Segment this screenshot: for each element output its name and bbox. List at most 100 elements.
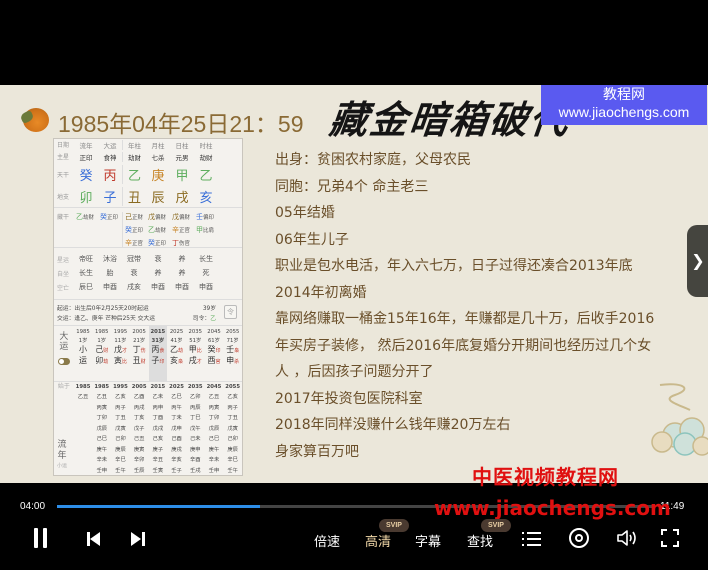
liunian-item[interactable]: 庚戌 [167, 445, 186, 456]
dayun-column[interactable]: 2055 71岁 壬枭 申杀 [223, 326, 242, 381]
liunian-item[interactable]: 乙丑 [92, 392, 111, 403]
previous-button[interactable] [87, 532, 101, 546]
liunian-item[interactable]: 壬午 [223, 466, 242, 476]
liunian-item[interactable]: 乙丑 [74, 392, 93, 403]
liunian-item[interactable]: 己酉 [167, 434, 186, 445]
quality-button[interactable]: 高清 [365, 531, 391, 550]
dayun-column[interactable]: 2025 41岁 乙劫 亥枭 [167, 326, 186, 381]
liunian-item[interactable]: 乙亥 [111, 392, 130, 403]
settings-icon[interactable] [569, 528, 589, 548]
calendar-icon[interactable]: 令 [224, 305, 237, 319]
liunian-item[interactable]: 庚辰 [223, 445, 242, 456]
liunian-item[interactable]: 壬戌 [186, 466, 205, 476]
liunian-item[interactable]: 辛巳 [223, 455, 242, 466]
dayun-column[interactable]: 2045 61岁 癸印 酉官 [205, 326, 224, 381]
dayun-column[interactable]: 1995 11岁 戊才 寅比 [111, 326, 130, 381]
liunian-item[interactable]: 壬申 [205, 466, 224, 476]
liunian-item[interactable]: 己亥 [149, 434, 168, 445]
liunian-item[interactable]: 乙卯 [186, 392, 205, 403]
top-black-bar [0, 0, 708, 85]
liunian-item[interactable]: 壬午 [111, 466, 130, 476]
dayun-age: 21岁 [133, 338, 146, 344]
dayun-shishen: 财 [140, 359, 146, 365]
note-line: 人 ，后因孩子问题分开了 [275, 364, 434, 380]
liunian-start-year: 2055 [225, 384, 241, 390]
dayun-toggle[interactable] [57, 358, 70, 365]
liunian-item[interactable]: 丙子 [223, 403, 242, 414]
current-age: 39岁 [202, 306, 216, 312]
fullscreen-icon[interactable] [661, 529, 679, 547]
speed-button[interactable]: 倍速 [314, 531, 340, 550]
liunian-item[interactable]: 壬辰 [130, 466, 149, 476]
liunian-item[interactable]: 辛丑 [149, 455, 168, 466]
liunian-item[interactable]: 戊申 [167, 424, 186, 435]
liunian-item[interactable]: 乙巳 [167, 392, 186, 403]
dayun-column[interactable]: 1985 1岁小运 [74, 326, 93, 381]
liunian-item[interactable]: 己卯 [223, 434, 242, 445]
liunian-item[interactable]: 辛未 [205, 455, 224, 466]
pause-button[interactable] [33, 528, 49, 548]
note-line: 职业是包水电活，年入六七万，日子过得还凑合2013年底 [275, 258, 633, 274]
liunian-item[interactable]: 庚子 [149, 445, 168, 456]
liunian-item[interactable]: 丁巳 [186, 413, 205, 424]
liunian-item[interactable]: 丁亥 [130, 413, 149, 424]
liunian-item[interactable]: 丙辰 [186, 403, 205, 414]
liunian-item[interactable]: 辛巳 [111, 455, 130, 466]
tiangan-cell: 乙 [122, 164, 146, 184]
liunian-item[interactable]: 庚申 [186, 445, 205, 456]
liunian-item[interactable]: 辛酉 [186, 455, 205, 466]
liunian-item[interactable]: 丁酉 [149, 413, 168, 424]
canggan-item: 戊偏财 [172, 212, 194, 222]
liunian-item[interactable]: 壬寅 [149, 466, 168, 476]
liunian-item[interactable]: 丙寅 [205, 403, 224, 414]
liunian-item[interactable]: 乙亥 [223, 392, 242, 403]
liunian-item[interactable]: 丙午 [167, 403, 186, 414]
liunian-item[interactable]: 辛亥 [167, 455, 186, 466]
dayun-column[interactable]: 2015 31岁 丙食 子印 [148, 326, 168, 381]
subtitle-button[interactable]: 字幕 [415, 531, 441, 550]
liunian-item[interactable]: 庚午 [92, 445, 111, 456]
liunian-item[interactable]: 庚寅 [130, 445, 149, 456]
dayun-column[interactable]: 2035 51岁 甲比 戌才 [186, 326, 205, 381]
liunian-item[interactable]: 丁卯 [92, 413, 111, 424]
liunian-item[interactable]: 庚午 [205, 445, 224, 456]
dayun-column[interactable]: 2005 21岁 丁伤 丑财 [130, 326, 149, 381]
liunian-item[interactable]: 戊戌 [149, 424, 168, 435]
next-slide-button[interactable]: ❯ [687, 225, 708, 297]
state-label: 星运 [57, 256, 70, 264]
dayun-column[interactable]: 1985 1岁 己财 卯劫 [92, 326, 111, 381]
liunian-item[interactable]: 辛未 [92, 455, 111, 466]
liunian-item[interactable]: 戊午 [186, 424, 205, 435]
liunian-item[interactable]: 丙戌 [130, 403, 149, 414]
volume-icon[interactable] [616, 529, 638, 547]
liunian-item[interactable]: 己卯 [111, 434, 130, 445]
search-button[interactable]: 查找 [467, 531, 493, 550]
liunian-item[interactable]: 丁未 [167, 413, 186, 424]
liunian-item[interactable]: 己巳 [92, 434, 111, 445]
liunian-item[interactable]: 戊寅 [111, 424, 130, 435]
playlist-icon[interactable] [522, 531, 542, 547]
liunian-item[interactable]: 乙丑 [205, 392, 224, 403]
liunian-item[interactable]: 庚辰 [111, 445, 130, 456]
liunian-item[interactable]: 己丑 [130, 434, 149, 445]
liunian-item[interactable]: 壬申 [92, 466, 111, 476]
liunian-item[interactable]: 乙未 [149, 392, 168, 403]
liunian-item[interactable]: 丁丑 [111, 413, 130, 424]
next-button[interactable] [131, 532, 145, 546]
liunian-item[interactable]: 丙申 [149, 403, 168, 414]
canggan-item: 辛正官 [125, 238, 146, 248]
liunian-item[interactable]: 乙酉 [130, 392, 149, 403]
liunian-item[interactable]: 壬子 [167, 466, 186, 476]
liunian-item[interactable]: 辛卯 [130, 455, 149, 466]
liunian-item[interactable]: 戊子 [130, 424, 149, 435]
liunian-item[interactable]: 丙寅 [92, 403, 111, 414]
liunian-item[interactable]: 戊辰 [205, 424, 224, 435]
liunian-item[interactable]: 己未 [186, 434, 205, 445]
liunian-item[interactable]: 戊辰 [92, 424, 111, 435]
liunian-item[interactable]: 戊寅 [223, 424, 242, 435]
dayun-year: 1985 [76, 329, 90, 335]
liunian-item[interactable]: 己巳 [205, 434, 224, 445]
liunian-item[interactable]: 丙子 [111, 403, 130, 414]
liunian-item[interactable]: 丁丑 [223, 413, 242, 424]
liunian-item[interactable]: 丁卯 [205, 413, 224, 424]
